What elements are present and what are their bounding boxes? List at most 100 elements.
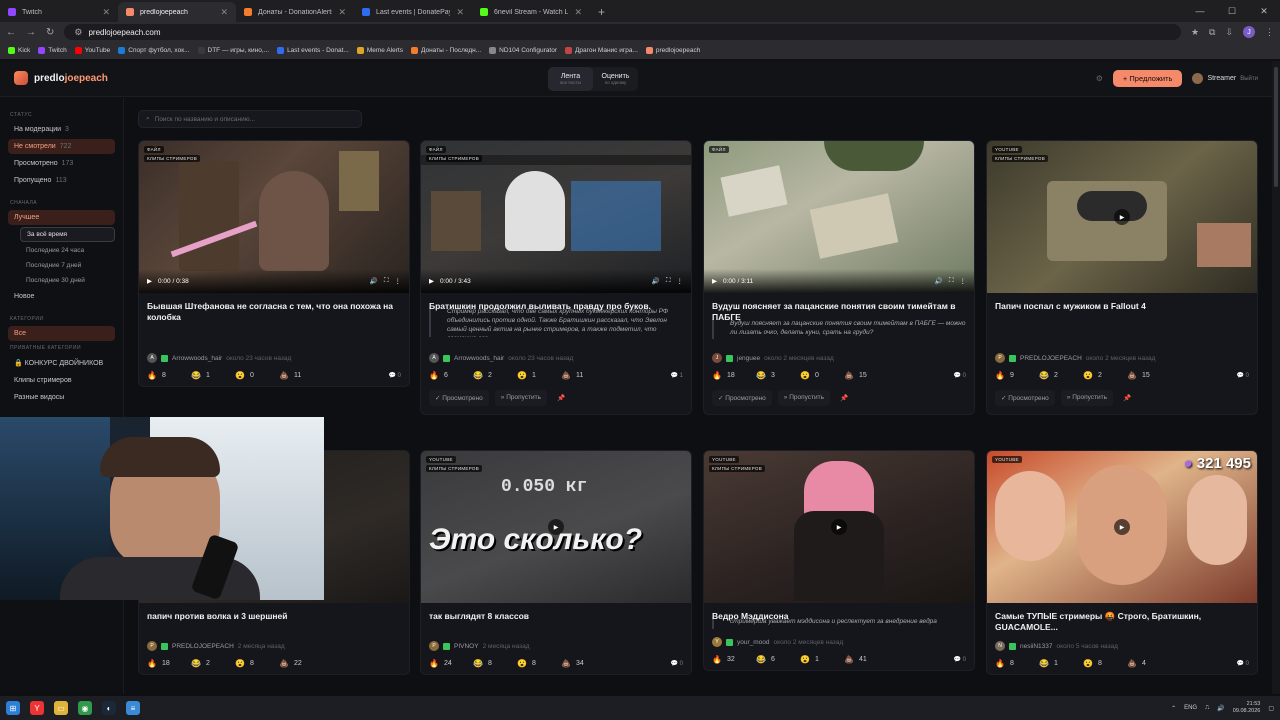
card-title[interactable]: так выглядят 8 классов [421, 603, 691, 639]
card-title[interactable]: Вудуш поясняет за пацанские понятия свои… [704, 293, 974, 322]
comments-count[interactable]: 💬 0 [954, 372, 967, 379]
author-name[interactable]: nesiiN1337 [1020, 643, 1053, 650]
bookmark-item[interactable]: Драгон Манис игра... [564, 47, 638, 54]
more-icon[interactable]: ⋮ [395, 277, 402, 285]
reaction-poop[interactable]: 💩 22 [279, 659, 329, 668]
reaction-shock[interactable]: 😮 1 [517, 371, 561, 380]
download-icon[interactable]: ⇩ [1225, 27, 1233, 38]
sidebar-item-streamer-clips[interactable]: Клипы стримеров [8, 373, 115, 388]
play-icon[interactable]: ▶ [1114, 519, 1130, 535]
user-menu[interactable]: Streamer Выйти [1192, 73, 1258, 84]
notes-icon[interactable]: ≡ [126, 701, 140, 715]
play-icon[interactable]: ▶ [548, 519, 564, 535]
site-info-icon[interactable]: ⚙ [74, 27, 82, 38]
tab-donationalerts[interactable]: Донаты - DonationAlerts ✕ [236, 2, 354, 22]
propose-button[interactable]: + Предложить [1112, 70, 1183, 87]
reaction-poop[interactable]: 💩 15 [1127, 371, 1177, 380]
video-thumbnail[interactable]: ФАЙЛ КЛИПЫ СТРИМЕРОВ ▶ 0:00 / 3:43 🔊 ⛶ ⋮ [421, 141, 691, 293]
fullscreen-icon[interactable]: ⛶ [384, 277, 389, 285]
card-title[interactable]: Самые ТУПЫЕ стримеры 🤬 Строго, Братишкин… [987, 603, 1257, 639]
profile-avatar[interactable]: J [1243, 26, 1255, 38]
clock[interactable]: 21:53 09.08.2026 [1233, 701, 1261, 715]
reaction-laugh[interactable]: 😂 2 [1039, 371, 1083, 380]
video-thumbnail[interactable]: 0.050 кг Это сколько? ▶ YOUTUBE КЛИПЫ СТР… [421, 451, 691, 603]
volume-icon[interactable]: 🔊 [370, 277, 378, 285]
logout-link[interactable]: Выйти [1240, 76, 1258, 82]
site-logo[interactable]: predlojoepeach [14, 71, 108, 85]
card-title[interactable]: Бывшая Штефанова не согласна с тем, что … [139, 293, 409, 329]
reaction-poop[interactable]: 💩 15 [844, 371, 894, 380]
chrome-icon[interactable]: ◉ [78, 701, 92, 715]
tray-up-icon[interactable]: ⌃ [1171, 705, 1176, 712]
forward-icon[interactable]: → [26, 27, 36, 38]
steam-icon[interactable]: ◐ [102, 701, 116, 715]
reaction-fire[interactable]: 🔥 24 [429, 659, 473, 668]
fullscreen-icon[interactable]: ⛶ [666, 277, 671, 285]
author-name[interactable]: PREDLOJOEPEACH [172, 643, 234, 650]
more-icon[interactable]: ⋮ [960, 277, 967, 285]
tab-rate[interactable]: Оценить по одному [593, 67, 638, 91]
reaction-poop[interactable]: 💩 4 [1127, 659, 1177, 668]
play-icon[interactable]: ▶ [147, 277, 152, 285]
sidebar-item-new[interactable]: Новое [8, 289, 115, 304]
reaction-laugh[interactable]: 😂 1 [191, 371, 235, 380]
comments-count[interactable]: 💬 0 [671, 660, 684, 667]
video-thumbnail[interactable]: ▶ YOUTUBE КЛИПЫ СТРИМЕРОВ [704, 451, 974, 603]
close-icon[interactable]: ✕ [456, 7, 464, 18]
video-thumbnail[interactable]: ▶ YOUTUBE КЛИПЫ СТРИМЕРОВ [987, 141, 1257, 293]
page-scrollbar[interactable] [1272, 61, 1280, 694]
play-icon[interactable]: ▶ [831, 519, 847, 535]
fullscreen-icon[interactable]: ⛶ [949, 277, 954, 285]
reaction-shock[interactable]: 😮 8 [1083, 659, 1127, 668]
volume-icon[interactable]: 🔊 [935, 277, 943, 285]
reaction-poop[interactable]: 💩 11 [279, 371, 329, 380]
reaction-shock[interactable]: 😮 8 [235, 659, 279, 668]
reaction-laugh[interactable]: 😂 1 [1039, 659, 1083, 668]
reaction-shock[interactable]: 😮 1 [800, 655, 844, 664]
maximize-icon[interactable]: ☐ [1216, 0, 1248, 22]
reaction-laugh[interactable]: 😂 8 [473, 659, 517, 668]
comments-count[interactable]: 💬 0 [1237, 372, 1250, 379]
card-title[interactable]: Папич поспал с мужиком в Fallout 4 [987, 293, 1257, 329]
volume-icon[interactable]: 🔊 [652, 277, 660, 285]
tab-predlojoepeach[interactable]: predlojoepeach ✕ [118, 2, 236, 22]
sidebar-period-24h[interactable]: Последние 24 часа [20, 244, 115, 257]
video-thumbnail[interactable]: ● 321 495 ▶ YOUTUBE [987, 451, 1257, 603]
sidebar-item-misc-videos[interactable]: Разные видосы [8, 390, 115, 405]
reaction-fire[interactable]: 🔥 18 [147, 659, 191, 668]
sidebar-item-skipped[interactable]: Пропущено 113 [8, 173, 115, 188]
reaction-shock[interactable]: 😮 0 [235, 371, 279, 380]
yandex-browser-icon[interactable]: Y [30, 701, 44, 715]
scrollbar-thumb[interactable] [1274, 67, 1278, 187]
bookmark-item[interactable]: Донаты - Последн... [410, 47, 481, 54]
play-icon[interactable]: ▶ [712, 277, 717, 285]
search-input[interactable]: ⌕ Поиск по названию и описанию... [138, 110, 362, 128]
tab-kick-stream[interactable]: 6nevil Stream - Watch Live on K ✕ [472, 2, 590, 22]
network-icon[interactable]: ⎍ [1205, 705, 1209, 712]
url-field[interactable]: ⚙ predlojoepeach.com [64, 24, 1181, 40]
tab-twitch[interactable]: Twitch ✕ [0, 2, 118, 22]
extensions-icon[interactable]: ⧉ [1209, 27, 1215, 38]
sidebar-item-moderation[interactable]: На модерации 3 [8, 122, 115, 137]
reaction-laugh[interactable]: 😂 2 [473, 371, 517, 380]
reaction-fire[interactable]: 🔥 32 [712, 655, 756, 664]
comments-count[interactable]: 💬 0 [954, 656, 967, 663]
reaction-shock[interactable]: 😮 8 [517, 659, 561, 668]
bookmark-item[interactable]: Twitch [38, 47, 67, 54]
comments-count[interactable]: 💬 0 [389, 372, 402, 379]
reaction-shock[interactable]: 😮 2 [1083, 371, 1127, 380]
bookmark-item[interactable]: ND104 Configurator [489, 47, 557, 54]
reaction-laugh[interactable]: 😂 6 [756, 655, 800, 664]
menu-icon[interactable]: ⋮ [1265, 27, 1274, 38]
video-thumbnail[interactable]: ФАЙЛ ▶ 0:00 / 3:11 🔊 ⛶ ⋮ [704, 141, 974, 293]
back-icon[interactable]: ← [6, 27, 16, 38]
pin-icon[interactable]: 📌 [553, 390, 569, 406]
bookmark-item[interactable]: Спорт футбол, хок... [118, 47, 190, 54]
reaction-laugh[interactable]: 😂 2 [191, 659, 235, 668]
author-name[interactable]: Arrowwoods_hair [454, 355, 504, 362]
reaction-shock[interactable]: 😮 0 [800, 371, 844, 380]
reaction-fire[interactable]: 🔥 9 [995, 371, 1039, 380]
more-icon[interactable]: ⋮ [677, 277, 684, 285]
close-icon[interactable]: ✕ [574, 7, 582, 18]
reaction-poop[interactable]: 💩 11 [561, 371, 611, 380]
